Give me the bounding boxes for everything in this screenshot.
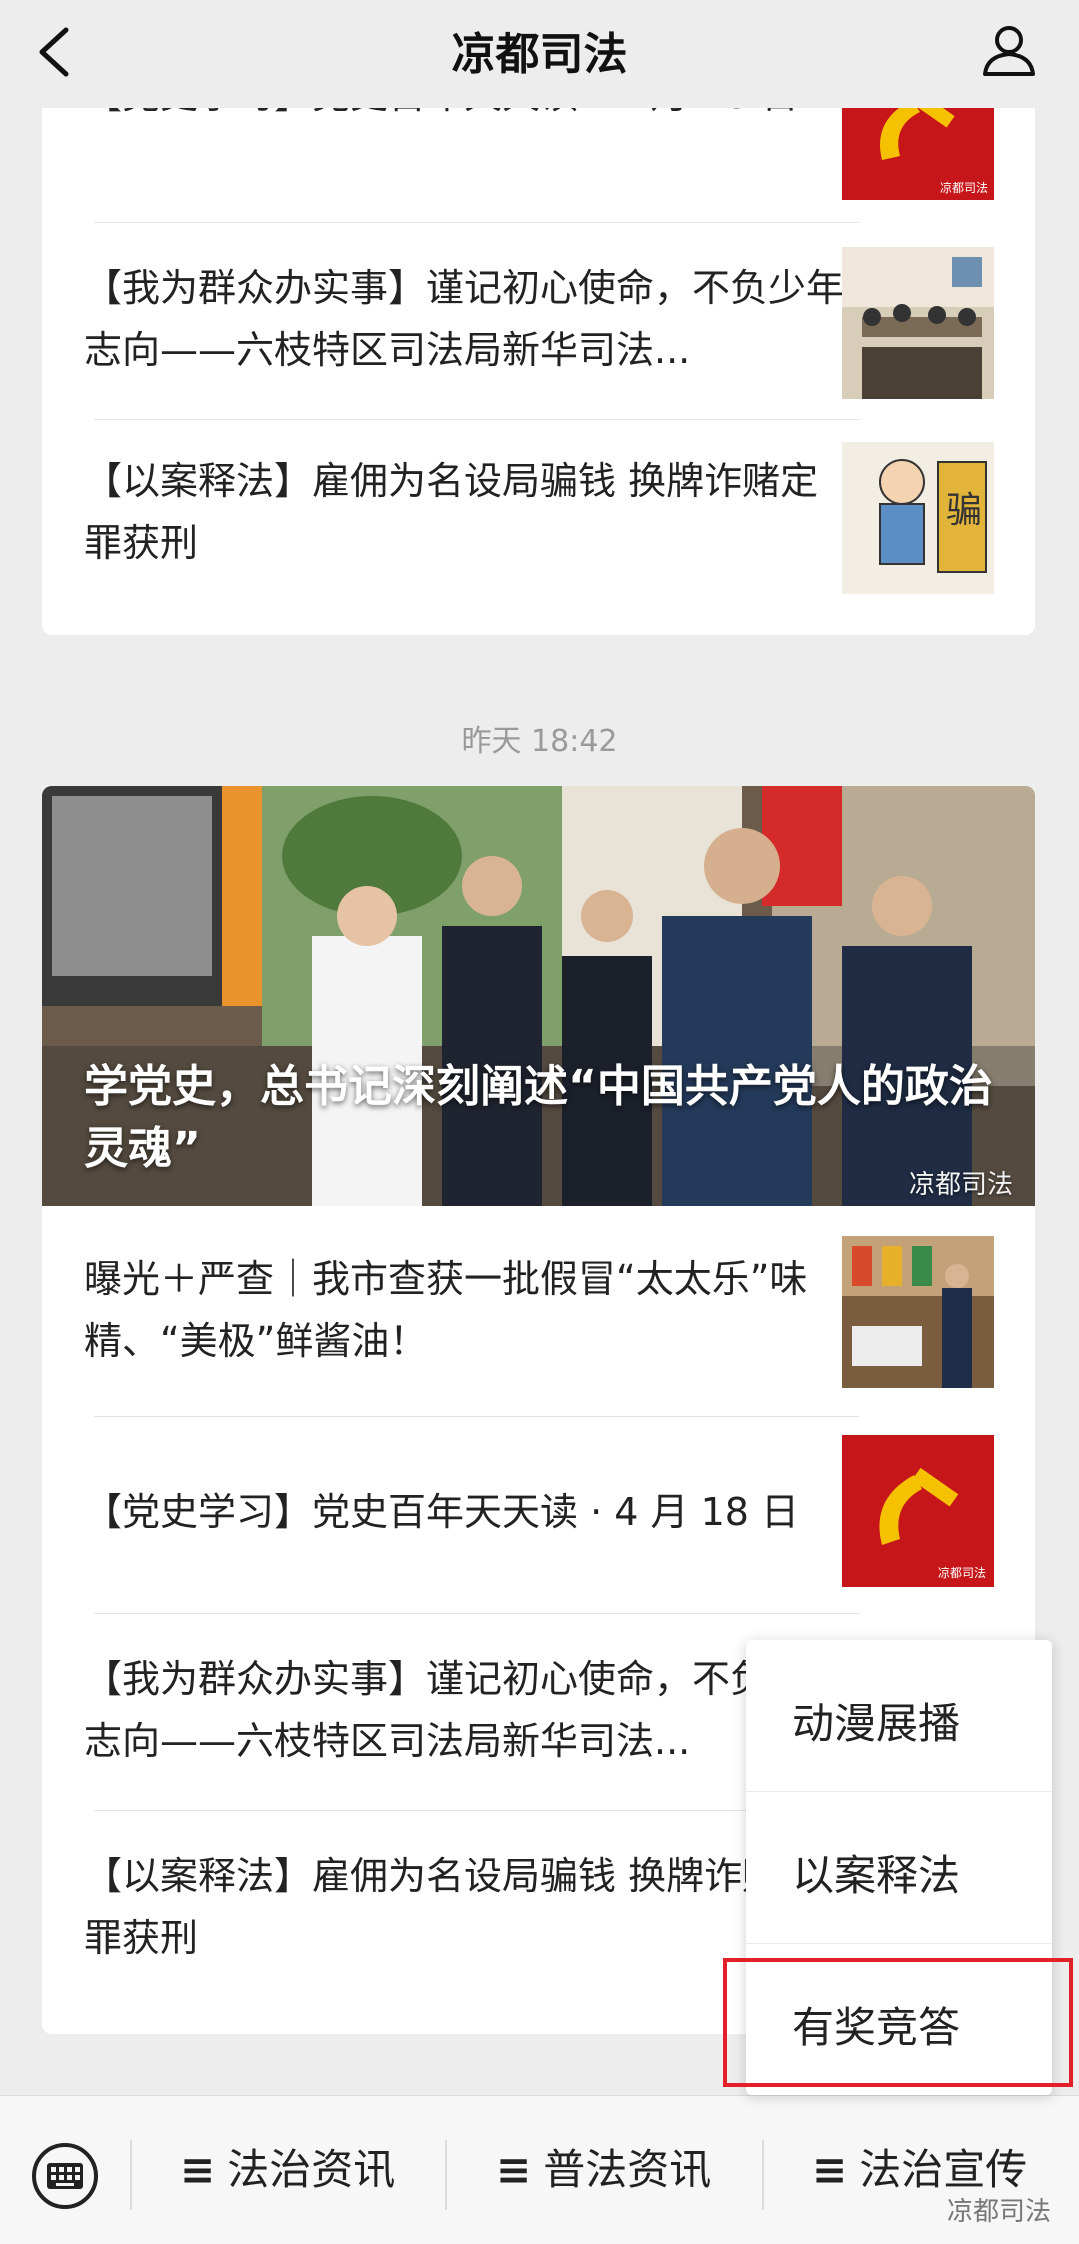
meeting-photo-thumbnail [842, 247, 994, 399]
svg-text:骗: 骗 [946, 490, 982, 531]
divider [445, 2140, 447, 2210]
list-item[interactable]: 【我为群众办实事】谨记初心使命，不负少年志向——六枝特区司法局新华司法... [42, 223, 1035, 419]
article-title: 【我为群众办实事】谨记初心使命，不负少年志向——六枝特区司法局新华司法... [84, 1657, 845, 1763]
menu-button-legal-news[interactable]: ≡ 法治资讯 [180, 2136, 395, 2216]
divider [762, 2140, 764, 2210]
hero-article[interactable]: 学党史，总书记深刻阐述“中国共产党人的政治灵魂” 凉都司法 [42, 786, 1035, 1206]
highlight-box [723, 1958, 1073, 2087]
page-title: 凉都司法 [451, 29, 628, 80]
article-title: 【以案释法】雇佣为名设局骗钱 换牌诈赌定罪获刑 [84, 459, 819, 565]
hero-watermark: 凉都司法 [908, 1170, 1013, 1200]
menu-lines-icon: ≡ [180, 2145, 216, 2194]
article-title: 曝光＋严查｜我市查获一批假冒“太太乐”味精、“美极”鲜酱油！ [84, 1257, 808, 1363]
cartoon-thumbnail: 骗 [842, 442, 994, 594]
profile-icon[interactable] [979, 20, 1039, 80]
list-item[interactable]: 【党史学习】党史百年天天读 · 4 月 18 日 凉都司法 [42, 1417, 1035, 1613]
menu-lines-icon: ≡ [812, 2145, 848, 2194]
bottom-menu-bar: ≡ 法治资讯 ≡ 普法资讯 ≡ 法治宣传 凉都司法 [0, 2095, 1079, 2244]
hero-title: 学党史，总书记深刻阐述“中国共产党人的政治灵魂” [84, 1061, 993, 1174]
list-item[interactable]: 曝光＋严查｜我市查获一批假冒“太太乐”味精、“美极”鲜酱油！ [42, 1206, 1035, 1416]
message-timestamp: 昨天 18:42 [461, 724, 618, 759]
app-header: 凉都司法 [0, 0, 1079, 108]
svg-text:凉都司法: 凉都司法 [940, 180, 988, 195]
divider [130, 2140, 132, 2210]
article-title: 【我为群众办实事】谨记初心使命，不负少年志向——六枝特区司法局新华司法... [84, 266, 845, 372]
article-card-previous: 【党史学习】党史百年天天读 · 4 月 18 日 凉都司法 【我为群众办实事】谨… [42, 60, 1035, 635]
keyboard-icon[interactable] [30, 2141, 100, 2211]
market-photo-thumbnail [842, 1236, 994, 1388]
watermark: 凉都司法 [946, 2197, 1051, 2227]
menu-lines-icon: ≡ [496, 2145, 532, 2194]
submenu-item-case-law[interactable]: 以案释法 [746, 1792, 1052, 1942]
submenu-item-animation[interactable]: 动漫展播 [746, 1640, 1052, 1790]
article-title: 【以案释法】雇佣为名设局骗钱 换牌诈赌定罪获刑 [84, 1854, 819, 1960]
menu-button-law-popularization[interactable]: ≡ 普法资讯 [496, 2136, 711, 2216]
party-emblem-thumbnail: 凉都司法 [842, 1435, 994, 1587]
article-title: 【党史学习】党史百年天天读 · 4 月 18 日 [84, 1490, 800, 1534]
svg-text:凉都司法: 凉都司法 [938, 1565, 986, 1580]
list-item[interactable]: 【以案释法】雇佣为名设局骗钱 换牌诈赌定罪获刑 骗 [42, 420, 1035, 635]
